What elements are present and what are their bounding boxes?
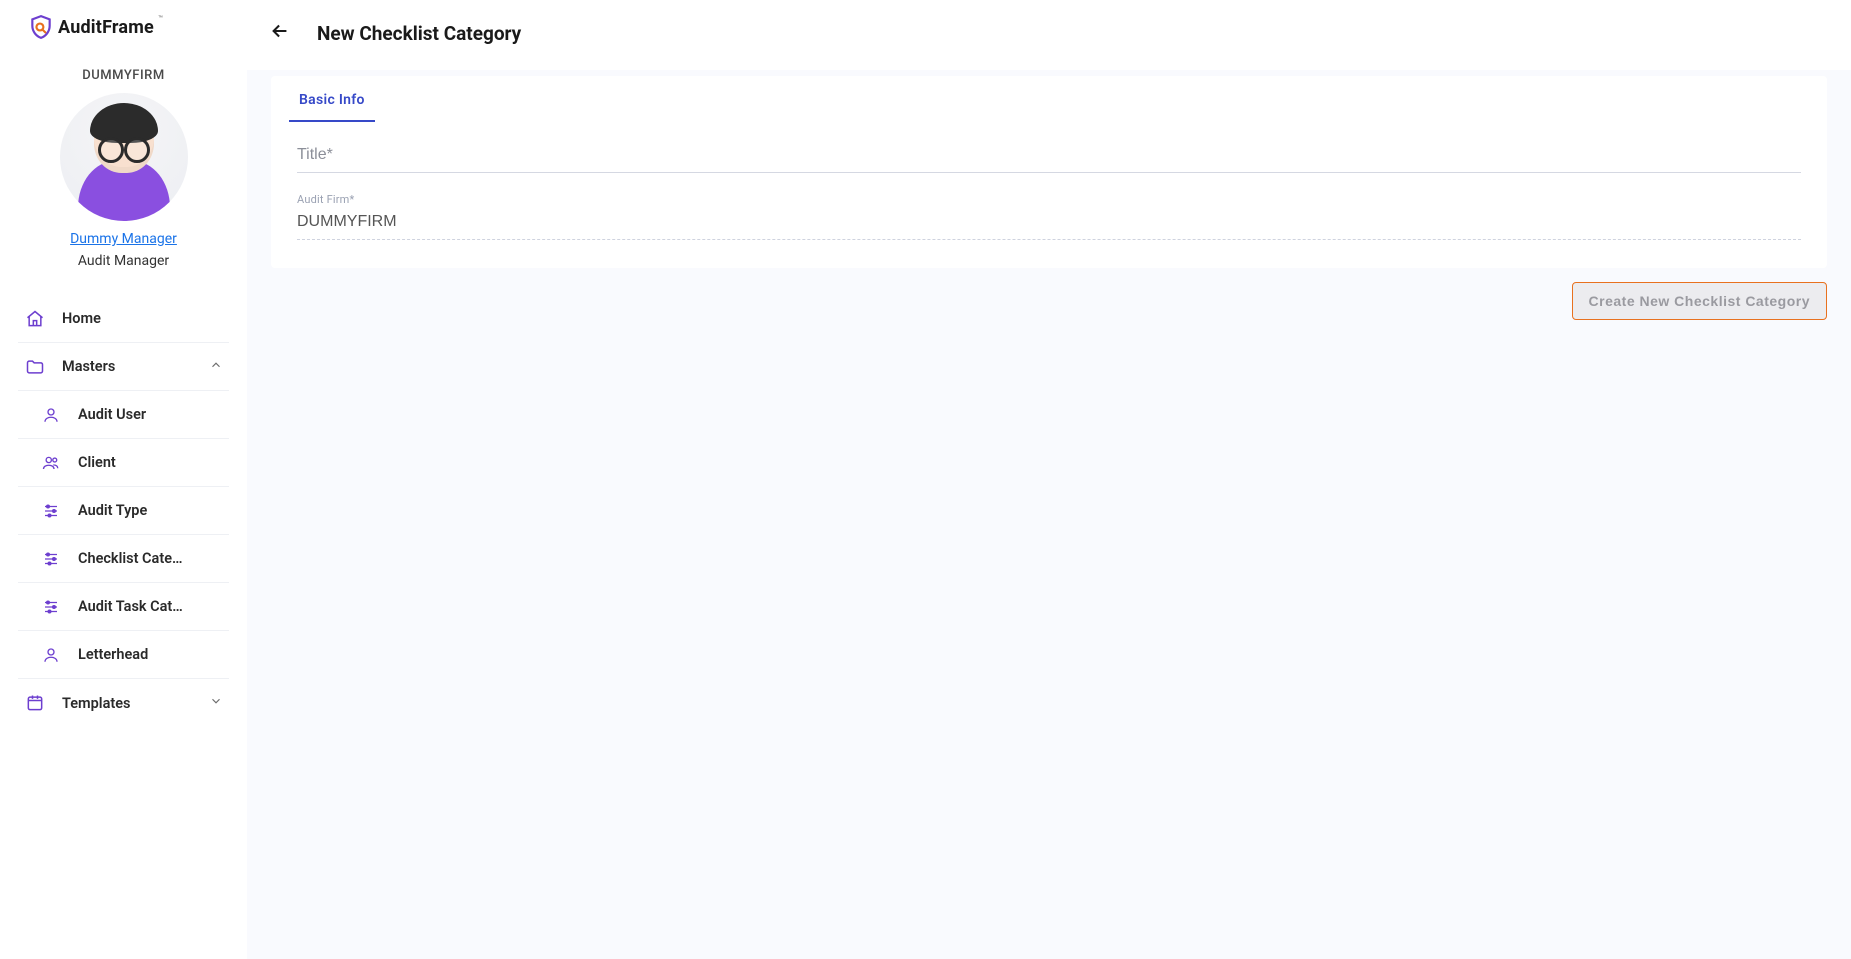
sidebar-item-templates[interactable]: Templates	[18, 679, 229, 727]
page-title: New Checklist Category	[317, 22, 521, 45]
field-title	[297, 140, 1801, 173]
field-audit-firm: Audit Firm*	[297, 207, 1801, 240]
brand-logo[interactable]: AuditFrame ™	[0, 14, 247, 48]
form-body: Audit Firm*	[271, 122, 1827, 248]
user-icon	[40, 406, 62, 424]
sliders-icon	[40, 502, 62, 520]
brand-tm: ™	[158, 14, 163, 23]
sidebar-item-label: Client	[78, 454, 116, 471]
topbar: New Checklist Category	[247, 0, 1851, 70]
arrow-left-icon	[269, 20, 291, 42]
sidebar-item-home[interactable]: Home	[18, 295, 229, 343]
title-input[interactable]	[297, 140, 1801, 173]
firm-code: DUMMYFIRM	[0, 48, 247, 93]
audit-firm-input	[297, 207, 1801, 240]
sidebar-item-label: Checklist Cate…	[78, 550, 183, 567]
sidebar-item-label: Templates	[62, 695, 131, 712]
sidebar-item-letterhead[interactable]: Letterhead	[18, 631, 229, 679]
sidebar-item-masters[interactable]: Masters	[18, 343, 229, 391]
sidebar-nav: Home Masters Audit	[0, 295, 247, 727]
sidebar-item-label: Audit Task Cat…	[78, 598, 183, 615]
sidebar-item-label: Letterhead	[78, 646, 148, 663]
form-card: Basic Info Audit Firm*	[271, 76, 1827, 268]
sidebar-item-label: Audit User	[78, 406, 146, 423]
sidebar-item-label: Audit Type	[78, 502, 147, 519]
user-role: Audit Manager	[78, 253, 169, 269]
calendar-icon	[24, 693, 46, 713]
brand-name: AuditFrame	[58, 17, 154, 38]
sidebar-item-label: Home	[62, 310, 101, 327]
sidebar-item-checklist-category[interactable]: Checklist Cate…	[18, 535, 229, 583]
chevron-down-icon	[209, 694, 223, 712]
chevron-up-icon	[209, 358, 223, 376]
sidebar-item-audit-task-category[interactable]: Audit Task Cat…	[18, 583, 229, 631]
home-icon	[24, 309, 46, 329]
action-row: Create New Checklist Category	[271, 268, 1827, 320]
tab-row: Basic Info	[271, 76, 1827, 122]
sidebar-item-client[interactable]: Client	[18, 439, 229, 487]
content: Basic Info Audit Firm* Create New Checkl…	[247, 70, 1851, 959]
sidebar-item-audit-type[interactable]: Audit Type	[18, 487, 229, 535]
sidebar-item-label: Masters	[62, 358, 115, 375]
sliders-icon	[40, 598, 62, 616]
folder-icon	[24, 357, 46, 377]
main: New Checklist Category Basic Info Audit …	[247, 0, 1851, 959]
user-name-link[interactable]: Dummy Manager	[70, 227, 177, 247]
tab-basic-info[interactable]: Basic Info	[289, 76, 375, 122]
user-icon	[40, 646, 62, 664]
sliders-icon	[40, 550, 62, 568]
create-checklist-category-button[interactable]: Create New Checklist Category	[1572, 282, 1827, 320]
user-profile: Dummy Manager Audit Manager	[0, 93, 247, 295]
back-button[interactable]	[263, 14, 297, 52]
users-icon	[40, 454, 62, 472]
avatar[interactable]	[60, 93, 188, 221]
sidebar-item-audit-user[interactable]: Audit User	[18, 391, 229, 439]
brand-shield-icon	[28, 14, 54, 40]
sidebar: AuditFrame ™ DUMMYFIRM Dummy Manager Aud…	[0, 0, 247, 959]
audit-firm-label: Audit Firm*	[297, 193, 354, 206]
